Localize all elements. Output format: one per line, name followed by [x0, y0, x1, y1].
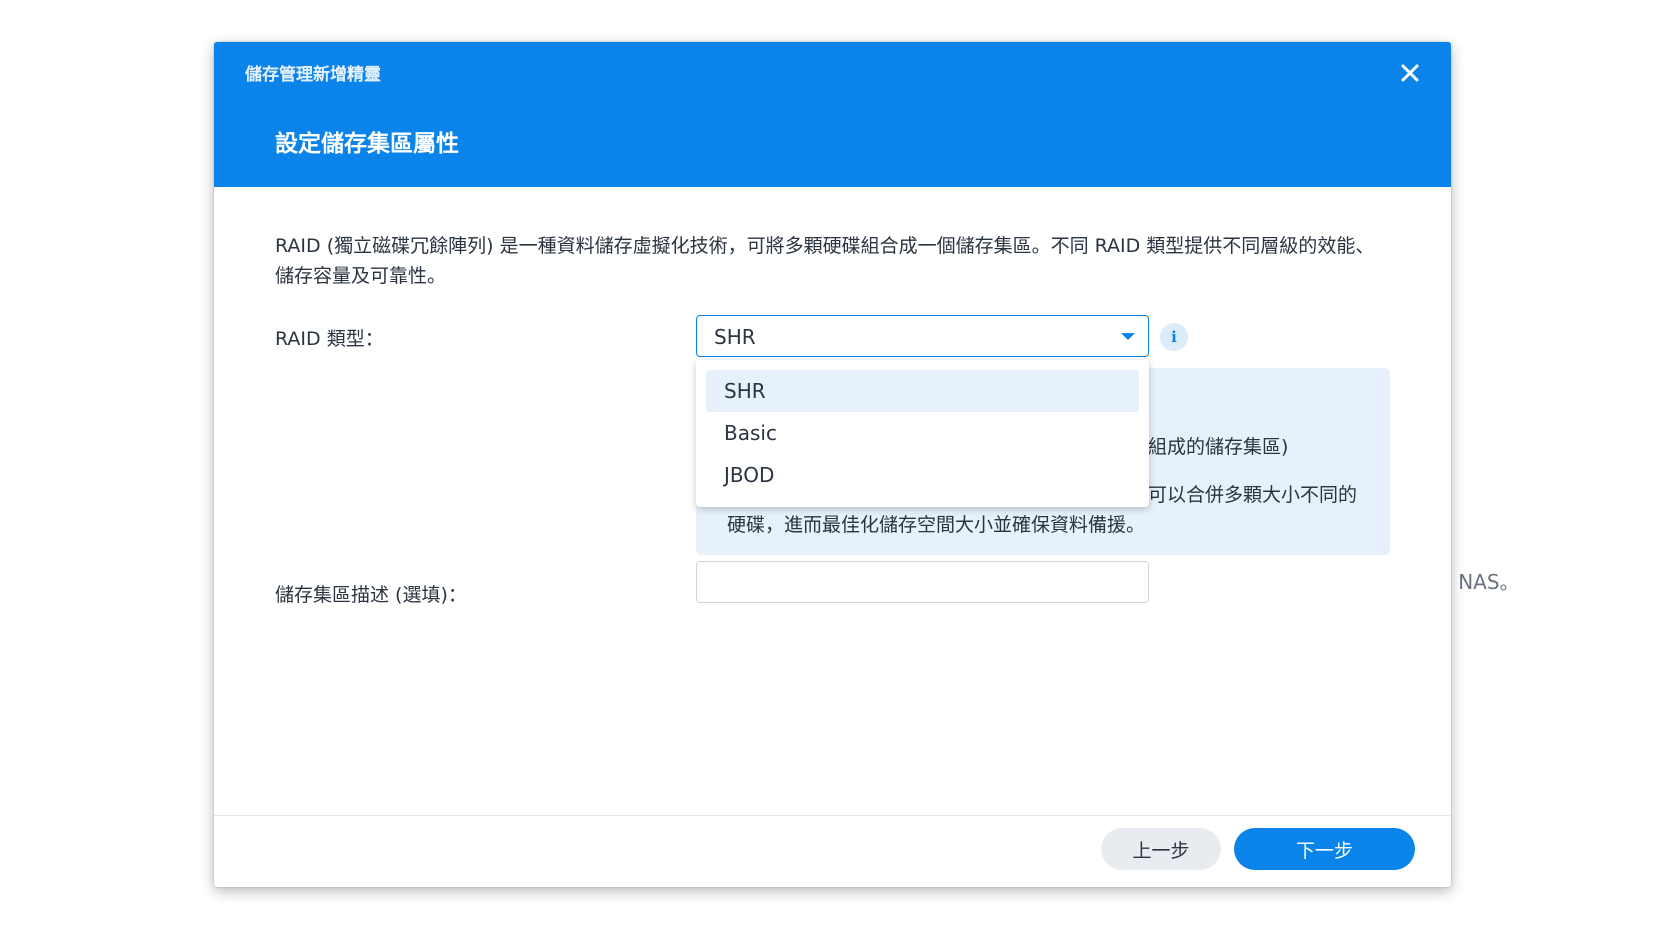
raid-type-label: RAID 類型：	[275, 328, 384, 350]
raid-type-select[interactable]: SHR	[696, 315, 1149, 357]
next-button[interactable]: 下一步	[1234, 828, 1415, 870]
dialog-header: 儲存管理新增精靈 設定儲存集區屬性	[214, 42, 1451, 187]
pool-description-label: 儲存集區描述 (選填)：	[275, 584, 467, 606]
raid-type-selected-value: SHR	[714, 325, 756, 349]
info-text-line-1: 組成的儲存集區)	[1148, 436, 1289, 458]
dropdown-option-shr[interactable]: SHR	[706, 370, 1139, 412]
background-partial-text: y NAS。	[1440, 570, 1520, 594]
info-text-line-2: 可以合併多顆大小不同的	[1148, 484, 1358, 506]
step-title: 設定儲存集區屬性	[275, 131, 459, 157]
close-button[interactable]	[1395, 58, 1425, 88]
chevron-down-icon	[1121, 333, 1135, 340]
option-label: JBOD	[724, 463, 775, 487]
option-label: Basic	[724, 421, 777, 445]
dialog-footer: 上一步 下一步	[214, 815, 1451, 887]
dialog-body: RAID (獨立磁碟冗餘陣列) 是一種資料儲存虛擬化技術，可將多顆硬碟組合成一個…	[214, 187, 1451, 812]
dropdown-option-basic[interactable]: Basic	[706, 412, 1139, 454]
option-label: SHR	[724, 379, 766, 403]
pool-description-input[interactable]	[696, 561, 1149, 603]
window-title: 儲存管理新增精靈	[245, 65, 381, 85]
dropdown-option-jbod[interactable]: JBOD	[706, 454, 1139, 496]
storage-wizard-dialog: 儲存管理新增精靈 設定儲存集區屬性 RAID (獨立磁碟冗餘陣列) 是一種資料儲…	[214, 42, 1451, 887]
back-button[interactable]: 上一步	[1101, 828, 1221, 870]
raid-type-dropdown: SHR Basic JBOD	[696, 360, 1149, 507]
info-text-line-3: 硬碟，進而最佳化儲存空間大小並確保資料備援。	[727, 514, 1146, 536]
raid-description: RAID (獨立磁碟冗餘陣列) 是一種資料儲存虛擬化技術，可將多顆硬碟組合成一個…	[275, 235, 1375, 287]
close-icon	[1401, 64, 1419, 82]
info-icon[interactable]: i	[1160, 323, 1188, 351]
